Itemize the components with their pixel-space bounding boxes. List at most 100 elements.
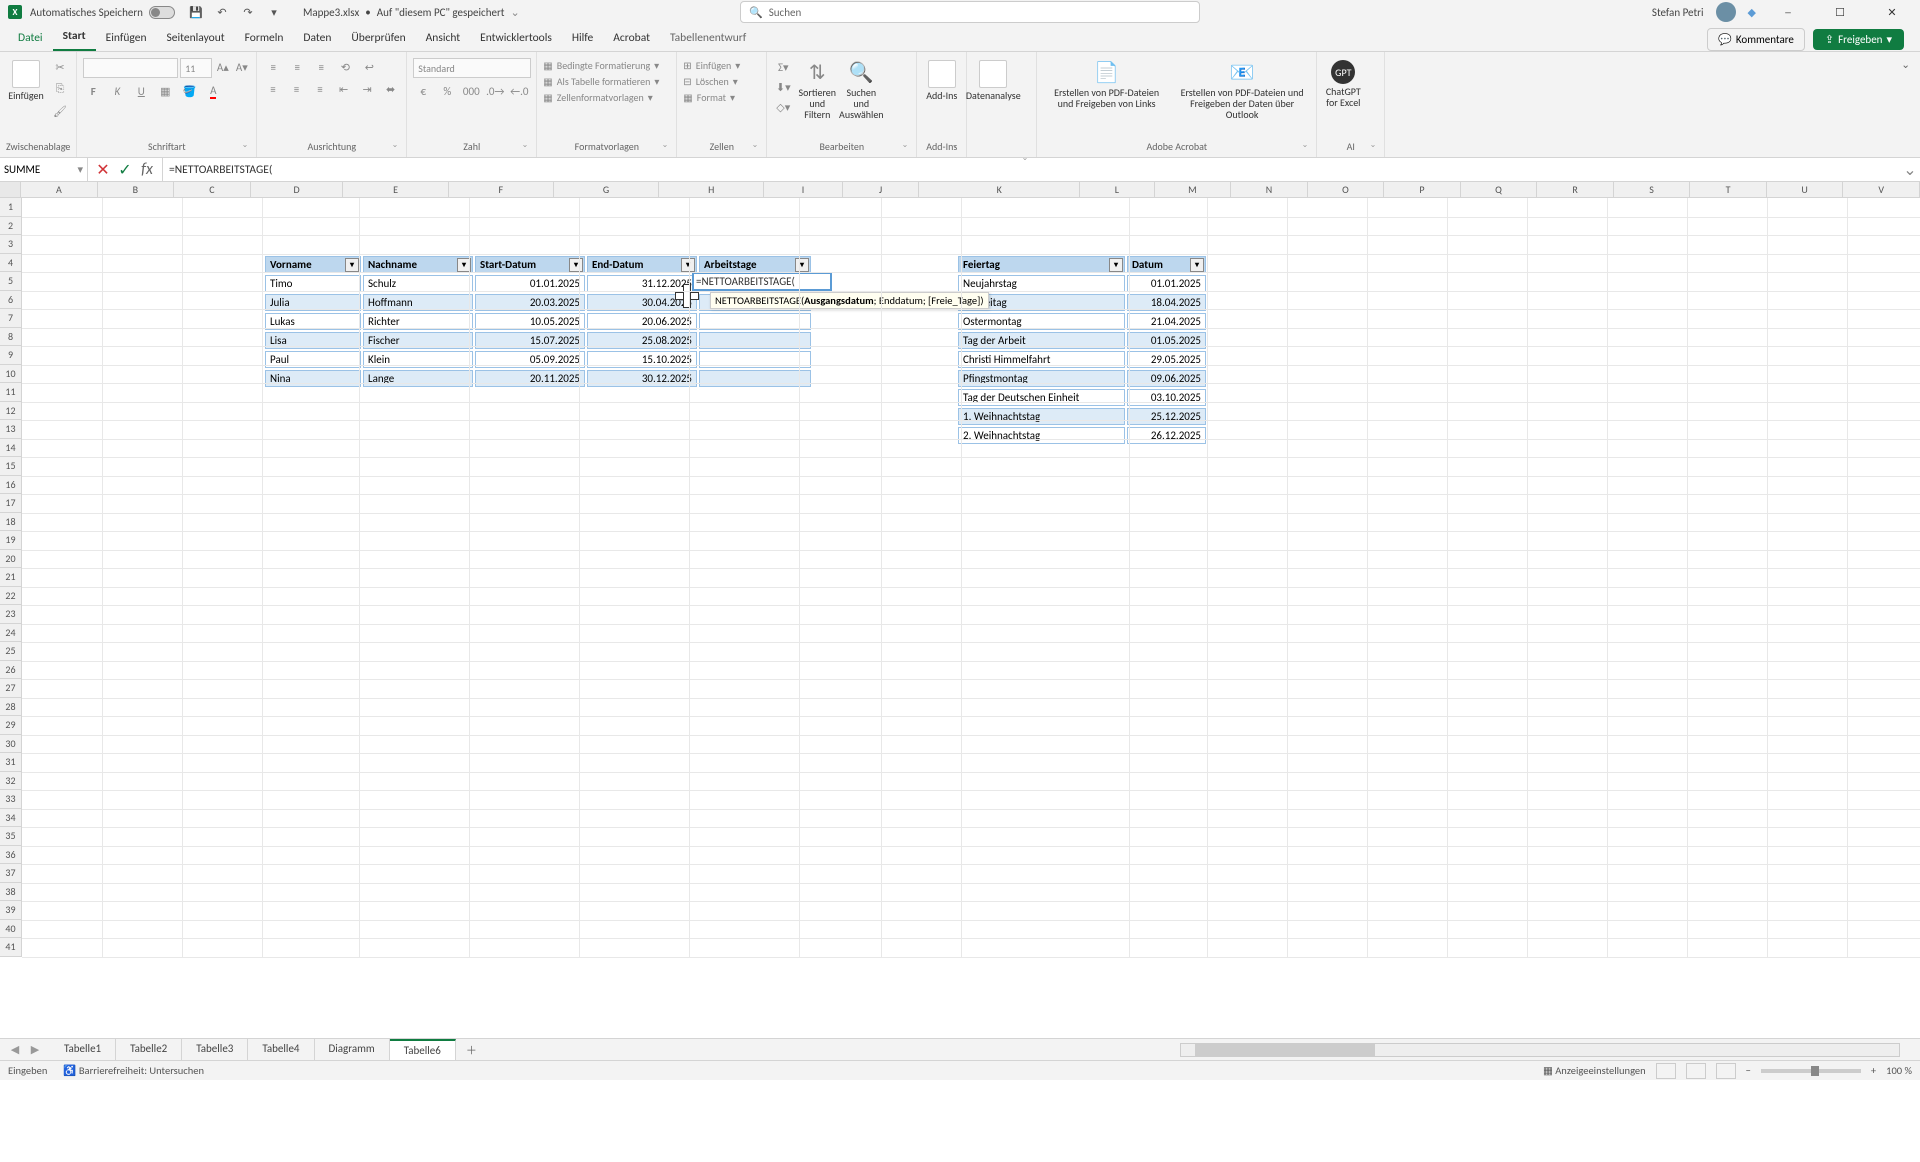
row-header-39[interactable]: 39 [0,901,22,920]
underline-icon[interactable]: U [131,82,151,100]
increase-indent-icon[interactable]: ⇥ [357,80,377,98]
sheet-nav-next-icon[interactable]: ▶ [26,1043,44,1056]
row-header-1[interactable]: 1 [0,198,22,217]
align-top-icon[interactable]: ≡ [263,58,283,76]
acrobat-create-link[interactable]: 📄 Erstellen von PDF-Dateien und Freigebe… [1043,58,1170,122]
delete-cells[interactable]: ⊟ Löschen ▾ [683,74,760,89]
paste-button[interactable]: Einfügen [6,58,46,120]
font-size-dropdown[interactable]: 11 [180,58,212,78]
format-painter-icon[interactable]: 🖌 [50,102,70,120]
orientation-icon[interactable]: ⟲ [335,58,355,76]
filter-dropdown-icon[interactable]: ▾ [1109,258,1123,272]
tab-acrobat[interactable]: Acrobat [603,25,660,51]
table-cell[interactable]: Schulz [363,275,473,292]
column-header-U[interactable]: U [1767,182,1844,197]
format-as-table[interactable]: ▦ Als Tabelle formatieren ▾ [543,74,670,89]
minimize-button[interactable]: ─ [1768,0,1808,24]
row-header-11[interactable]: 11 [0,383,22,402]
tab-pagelayout[interactable]: Seitenlayout [157,25,235,51]
tab-home[interactable]: Start [53,23,96,51]
table1-header[interactable]: Arbeitstage▾ [699,256,811,273]
share-button[interactable]: ⇪ Freigeben ▾ [1813,29,1904,50]
align-middle-icon[interactable]: ≡ [287,58,307,76]
sort-filter-button[interactable]: ⇅ Sortieren und Filtern [797,58,837,122]
save-icon[interactable]: 💾 [187,3,205,21]
insert-cells[interactable]: ⊞ Einfügen ▾ [683,58,760,73]
row-header-7[interactable]: 7 [0,309,22,328]
row-header-36[interactable]: 36 [0,846,22,865]
column-header-A[interactable]: A [21,182,98,197]
row-header-4[interactable]: 4 [0,254,22,273]
sheet-tab-tabelle1[interactable]: Tabelle1 [50,1039,116,1060]
normal-view-icon[interactable] [1656,1063,1676,1079]
search-box[interactable]: 🔍 Suchen [740,1,1200,23]
zoom-slider[interactable] [1761,1069,1861,1073]
filter-dropdown-icon[interactable]: ▾ [1190,258,1204,272]
row-header-18[interactable]: 18 [0,513,22,532]
column-header-I[interactable]: I [764,182,842,197]
tab-developer[interactable]: Entwicklertools [470,25,562,51]
accept-formula-icon[interactable]: ✓ [116,160,134,180]
merge-icon[interactable]: ⬌ [381,80,401,98]
table-cell[interactable]: Lange [363,370,473,387]
column-header-M[interactable]: M [1155,182,1232,197]
table-cell[interactable]: 03.10.2025 [1127,389,1206,406]
collapse-ribbon-icon[interactable]: ⌄ [1891,52,1920,77]
conditional-formatting[interactable]: ▦ Bedingte Formatierung ▾ [543,58,670,73]
table-cell[interactable] [699,370,811,387]
column-header-G[interactable]: G [554,182,659,197]
row-header-23[interactable]: 23 [0,605,22,624]
row-header-29[interactable]: 29 [0,716,22,735]
chatgpt-button[interactable]: GPT ChatGPT for Excel [1323,58,1363,110]
align-bottom-icon[interactable]: ≡ [311,58,331,76]
table-cell[interactable]: 1. Weihnachtstag [958,408,1125,425]
acrobat-create-outlook[interactable]: 📧 Erstellen von PDF-Dateien und Freigebe… [1174,58,1310,122]
row-header-38[interactable]: 38 [0,883,22,902]
align-right-icon[interactable]: ≡ [310,80,330,98]
name-box[interactable]: ▾ [0,158,88,181]
page-layout-view-icon[interactable] [1686,1063,1706,1079]
table-cell[interactable]: 25.12.2025 [1127,408,1206,425]
autosave-toggle[interactable] [149,6,175,19]
row-header-34[interactable]: 34 [0,809,22,828]
spreadsheet-grid[interactable]: ABCDEFGHIJKLMNOPQRSTUV 12345678910111213… [0,182,1920,1162]
select-all-corner[interactable] [0,182,21,197]
autosum-icon[interactable]: Σ▾ [773,58,793,76]
row-header-5[interactable]: 5 [0,272,22,291]
table-cell[interactable]: 30.12.2025 [587,370,697,387]
filter-dropdown-icon[interactable]: ▾ [569,258,583,272]
sheet-tab-tabelle6[interactable]: Tabelle6 [390,1039,456,1060]
table-cell[interactable]: 2. Weihnachtstag [958,427,1125,444]
row-header-25[interactable]: 25 [0,642,22,661]
zoom-out-icon[interactable]: − [1746,1064,1751,1077]
fx-icon[interactable]: fx [138,160,156,179]
row-header-10[interactable]: 10 [0,365,22,384]
horizontal-scrollbar[interactable] [1180,1043,1900,1057]
tab-formulas[interactable]: Formeln [235,25,294,51]
undo-icon[interactable]: ↶ [213,3,231,21]
expand-formula-bar-icon[interactable]: ⌄ [1900,160,1920,180]
column-header-H[interactable]: H [659,182,764,197]
column-header-J[interactable]: J [843,182,920,197]
qat-dropdown-icon[interactable]: ▾ [265,3,283,21]
column-header-F[interactable]: F [449,182,554,197]
table-cell[interactable]: 31.12.2025 [587,275,697,292]
number-format-dropdown[interactable]: Standard [413,58,531,78]
row-header-37[interactable]: 37 [0,864,22,883]
row-header-13[interactable]: 13 [0,420,22,439]
table2-header[interactable]: Feiertag▾ [958,256,1125,273]
column-header-B[interactable]: B [98,182,175,197]
cut-icon[interactable]: ✂ [50,58,70,76]
filter-dropdown-icon[interactable]: ▾ [795,258,809,272]
zoom-in-icon[interactable]: + [1871,1064,1876,1077]
comma-icon[interactable]: 000 [461,82,481,100]
row-header-41[interactable]: 41 [0,938,22,957]
fill-icon[interactable]: ⬇▾ [773,78,793,96]
sheet-tab-tabelle2[interactable]: Tabelle2 [116,1039,182,1060]
table-cell[interactable]: 09.06.2025 [1127,370,1206,387]
row-header-35[interactable]: 35 [0,827,22,846]
fill-color-icon[interactable]: 🪣 [179,82,199,100]
active-cell-formula[interactable]: =NETTOARBEITSTAGE( [692,272,832,291]
diamond-icon[interactable]: ◆ [1748,6,1756,19]
accessibility-status[interactable]: ♿ Barrierefreiheit: Untersuchen [63,1064,204,1077]
